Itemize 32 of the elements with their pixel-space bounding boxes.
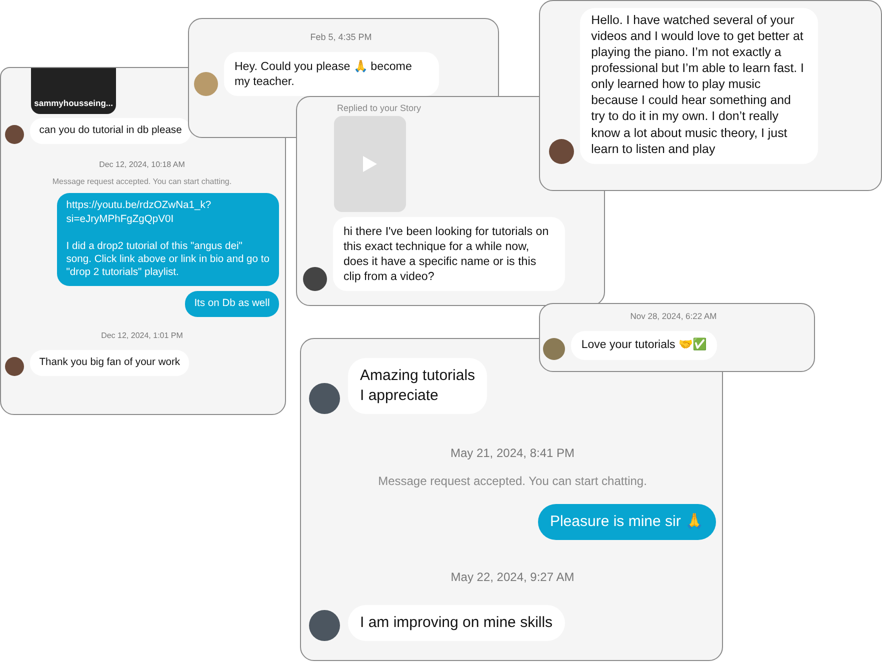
avatar — [309, 610, 340, 641]
system-notice: Message request accepted. You can start chatting. — [377, 474, 648, 488]
play-icon — [362, 155, 378, 173]
message-bubble: Hey. Could you please 🙏 become my teacher. — [224, 52, 439, 96]
story-reply-label: Replied to your Story — [337, 103, 422, 113]
message-bubble: Pleasure is mine sir 🙏 — [538, 504, 716, 540]
avatar — [303, 266, 327, 291]
message-bubble: Its on Db as well — [184, 291, 279, 317]
timestamp: Dec 12, 2024, 1:01 PM — [100, 331, 184, 340]
message-bubble: Thank you big fan of your work — [30, 350, 190, 376]
avatar — [309, 382, 340, 414]
timestamp: May 21, 2024, 8:41 PM — [449, 446, 576, 460]
avatar — [543, 338, 565, 360]
timestamp: Feb 5, 4:35 PM — [309, 32, 373, 42]
message-bubble: Love your tutorials 🤝✅ — [571, 331, 717, 360]
message-bubble: https://youtu.be/rdzOZwNa1_k?si=eJryMPhFgZgQpV0I I did a drop2 tutorial of this "angus dei" song. Click link above or link in bio and go to "drop 2 tutorials" playlist. — [57, 193, 279, 286]
timestamp: Dec 12, 2024, 10:18 AM — [98, 160, 186, 169]
system-notice: Message request accepted. You can start chatting. — [51, 176, 233, 186]
video-caption: sammyhousseing... — [34, 98, 113, 108]
message-bubble: Hello. I have watched several of your videos and I would love to get better at playing the piano. I’m not exactly a professional but I’m able to learn fast. I only learned how to play music because I could hear something and try to do it in my own. I don’t really know a lot about music theory, I just learn to listen and play — [580, 8, 818, 164]
avatar — [549, 139, 574, 164]
timestamp: Nov 28, 2024, 6:22 AM — [629, 311, 718, 322]
story-video-placeholder[interactable] — [334, 116, 406, 212]
message-bubble: I am improving on mine skills — [348, 604, 565, 641]
avatar — [194, 72, 218, 96]
video-thumbnail[interactable]: sammyhousseing... — [31, 68, 116, 114]
avatar — [5, 356, 24, 376]
message-bubble: Amazing tutorials I appreciate — [348, 358, 488, 414]
message-bubble: hi there I've been looking for tutorials on this exact technique for a while now, does it have a specific name or is this clip from a video? — [333, 216, 565, 291]
avatar — [5, 124, 24, 144]
message-bubble: can you do tutorial in db please — [30, 118, 192, 144]
timestamp: May 22, 2024, 9:27 AM — [450, 570, 576, 584]
